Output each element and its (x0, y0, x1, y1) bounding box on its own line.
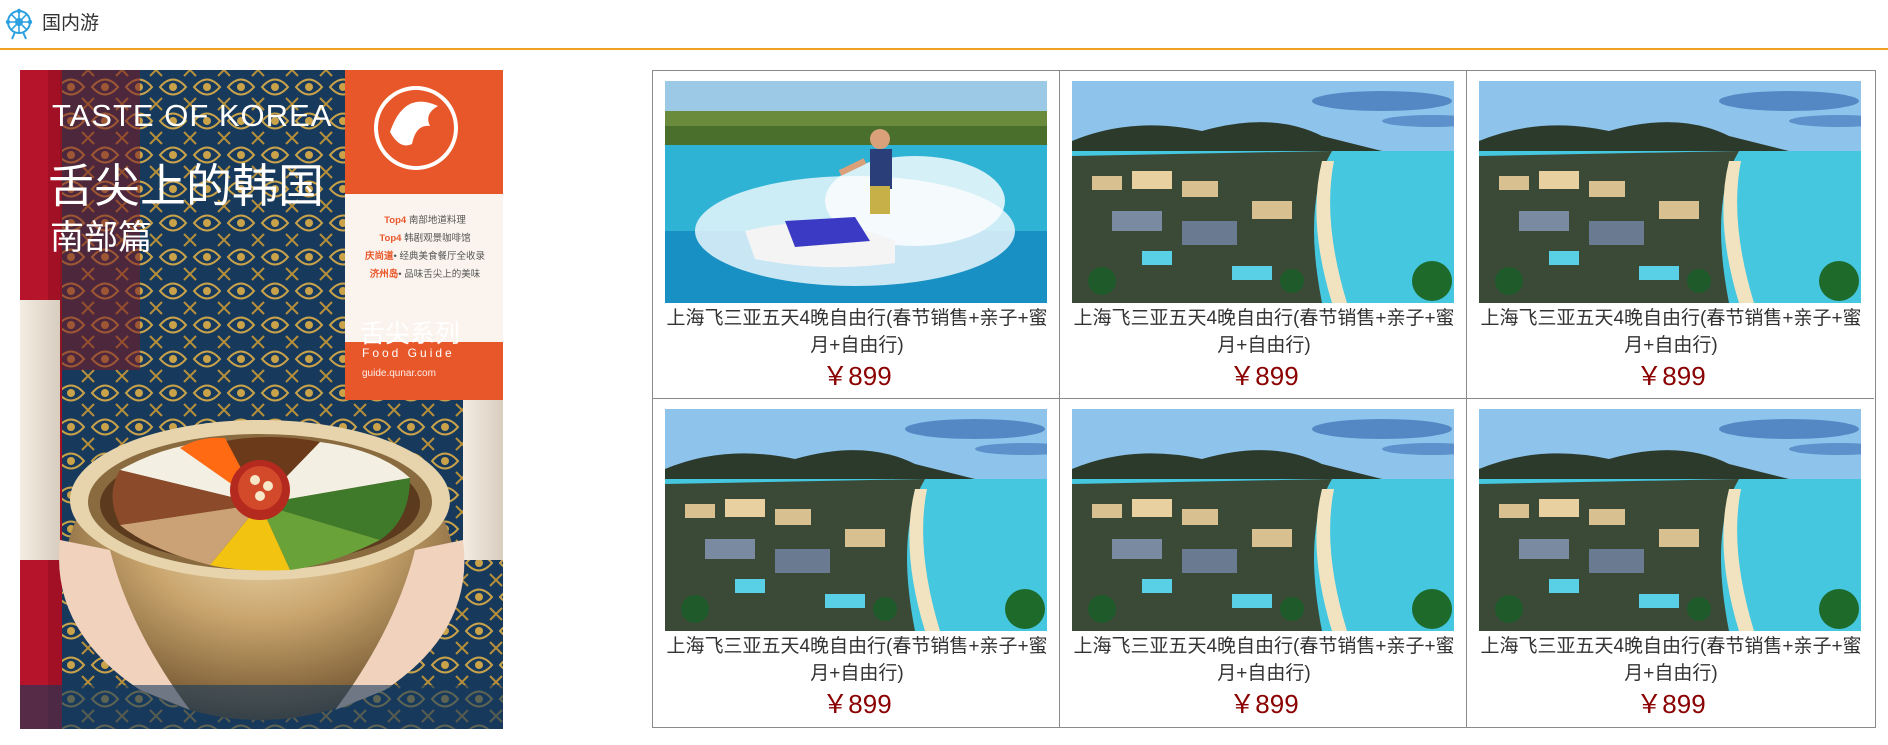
product-card[interactable]: 上海飞三亚五天4晚自由行(春节销售+亲子+蜜月+自由行) ￥899 (653, 399, 1060, 727)
product-price: ￥899 (822, 361, 892, 391)
product-name[interactable]: 上海飞三亚五天4晚自由行(春节销售+亲子+蜜月+自由行) (1477, 633, 1865, 687)
banner-highlight-4: 济州岛• 品味舌尖上的美味 (369, 269, 481, 280)
product-price: ￥899 (1229, 689, 1299, 719)
product-image-resort (1072, 409, 1454, 631)
promo-banner[interactable]: TASTE OF KOREA 舌尖上的韩国 南部篇 Top4 南部地道料理 To… (20, 70, 503, 729)
product-image-resort (1479, 409, 1861, 631)
product-card[interactable]: 上海飞三亚五天4晚自由行(春节销售+亲子+蜜月+自由行) ￥899 (1467, 71, 1874, 399)
banner-series-en: Food Guide (362, 346, 455, 360)
banner-highlights: Top4 南部地道料理 Top4 韩剧观景咖啡馆 庆尚道• 经典美食餐厅全收录 … (350, 212, 500, 284)
product-price: ￥899 (822, 689, 892, 719)
banner-highlight-3: 庆尚道• 经典美食餐厅全收录 (365, 251, 485, 262)
ferris-wheel-icon (5, 8, 33, 40)
product-name[interactable]: 上海飞三亚五天4晚自由行(春节销售+亲子+蜜月+自由行) (663, 305, 1051, 359)
product-card[interactable]: 上海飞三亚五天4晚自由行(春节销售+亲子+蜜月+自由行) ￥899 (1060, 71, 1467, 399)
banner-highlight-1: Top4 南部地道料理 (384, 215, 466, 226)
product-image-resort (1479, 81, 1861, 303)
product-name[interactable]: 上海飞三亚五天4晚自由行(春节销售+亲子+蜜月+自由行) (1477, 305, 1865, 359)
product-price: ￥899 (1636, 361, 1706, 391)
product-name[interactable]: 上海飞三亚五天4晚自由行(春节销售+亲子+蜜月+自由行) (1070, 633, 1458, 687)
banner-highlight-2: Top4 韩剧观景咖啡馆 (379, 233, 471, 244)
product-card[interactable]: 上海飞三亚五天4晚自由行(春节销售+亲子+蜜月+自由行) ￥899 (1060, 399, 1467, 727)
product-image-resort (1072, 81, 1454, 303)
banner-url: guide.qunar.com (362, 368, 436, 379)
banner-subtitle: 南部篇 (50, 219, 152, 257)
product-price: ￥899 (1229, 361, 1299, 391)
section-title: 国内游 (42, 13, 100, 34)
section-header: 国内游 (0, 0, 1888, 50)
product-image-resort (665, 409, 1047, 631)
banner-headline-en: TASTE OF KOREA (52, 98, 333, 133)
product-price: ￥899 (1636, 689, 1706, 719)
banner-headline-cn: 舌尖上的韩国 (48, 160, 324, 212)
product-card[interactable]: 上海飞三亚五天4晚自由行(春节销售+亲子+蜜月+自由行) ￥899 (1467, 399, 1874, 727)
product-card[interactable]: 上海飞三亚五天4晚自由行(春节销售+亲子+蜜月+自由行) ￥899 (653, 71, 1060, 399)
product-image-jetski (665, 81, 1047, 303)
product-name[interactable]: 上海飞三亚五天4晚自由行(春节销售+亲子+蜜月+自由行) (663, 633, 1051, 687)
product-grid: 上海飞三亚五天4晚自由行(春节销售+亲子+蜜月+自由行) ￥899 上海飞三亚五… (652, 70, 1876, 728)
product-name[interactable]: 上海飞三亚五天4晚自由行(春节销售+亲子+蜜月+自由行) (1070, 305, 1458, 359)
banner-series-cn: 舌尖系列 (360, 320, 461, 348)
